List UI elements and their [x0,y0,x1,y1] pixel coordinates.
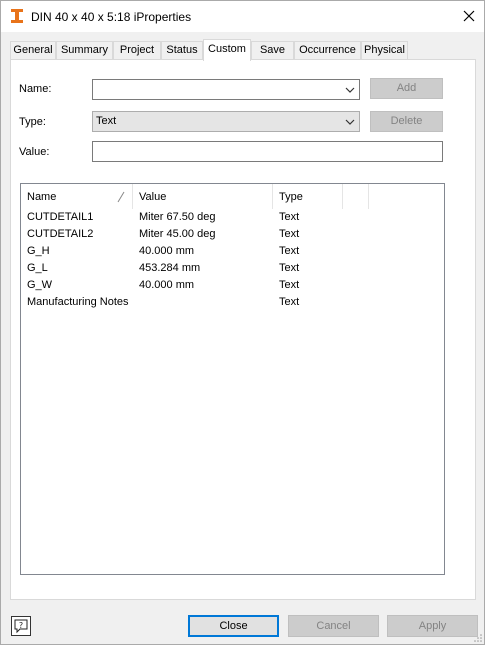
custom-properties-list[interactable]: Name Value Type CUTDETAIL1 Miter 67.50 d… [20,183,445,575]
tab-physical[interactable]: Physical [361,41,408,60]
row-name: Manufacturing Notes [27,296,129,308]
chevron-down-icon [345,119,355,125]
row-value: 40.000 mm [139,245,195,257]
column-header-value[interactable]: Value [133,184,273,209]
inventor-part-icon [11,9,23,23]
tab-general[interactable]: General [10,41,56,60]
row-name: G_W [27,279,53,291]
chevron-down-icon [345,87,355,93]
column-type-label: Type [279,191,303,203]
row-name: CUTDETAIL1 [27,211,94,223]
row-type: Text [279,228,300,240]
window-title: DIN 40 x 40 x 5:18 iProperties [31,10,192,24]
row-type: Text [279,296,300,308]
tab-status[interactable]: Status [161,41,203,60]
add-button[interactable]: Add [370,78,443,99]
cancel-button[interactable]: Cancel [288,615,379,637]
help-icon: ? [14,619,28,634]
tab-custom[interactable]: Custom [203,39,251,61]
title-bar[interactable]: DIN 40 x 40 x 5:18 iProperties [1,1,484,32]
row-value: 453.284 mm [139,262,201,274]
tab-project[interactable]: Project [113,41,161,60]
list-header: Name Value Type [21,184,444,210]
svg-text:?: ? [19,621,23,630]
help-button[interactable]: ? [11,616,31,636]
table-row[interactable]: CUTDETAIL1 Miter 67.50 deg Text [21,210,444,227]
row-value: Miter 45.00 deg [139,228,216,240]
column-header-extra[interactable] [343,184,369,209]
tab-summary[interactable]: Summary [56,41,113,60]
row-type: Text [279,279,300,291]
name-combobox[interactable] [92,79,360,100]
type-value: Text [96,115,117,127]
column-header-type[interactable]: Type [273,184,343,209]
type-label: Type: [19,116,46,128]
tab-save[interactable]: Save [251,41,294,60]
sort-indicator-icon [117,191,125,203]
value-input[interactable] [93,142,442,161]
row-value: Miter 67.50 deg [139,211,216,223]
row-name: CUTDETAIL2 [27,228,94,240]
row-value: 40.000 mm [139,279,195,291]
name-label: Name: [19,83,52,95]
table-row[interactable]: CUTDETAIL2 Miter 45.00 deg Text [21,227,444,244]
row-type: Text [279,245,300,257]
column-name-label: Name [27,191,57,203]
value-field[interactable] [92,141,443,162]
row-name: G_H [27,245,50,257]
row-name: G_L [27,262,48,274]
resize-grip-icon[interactable] [473,633,483,643]
apply-button[interactable]: Apply [387,615,478,637]
table-row[interactable]: Manufacturing Notes Text [21,295,444,312]
table-row[interactable]: G_L 453.284 mm Text [21,261,444,278]
row-type: Text [279,262,300,274]
close-button[interactable]: Close [188,615,279,637]
tab-occurrence[interactable]: Occurrence [294,41,361,60]
delete-button[interactable]: Delete [370,111,443,132]
close-icon[interactable] [456,5,482,27]
table-row[interactable]: G_W 40.000 mm Text [21,278,444,295]
column-value-label: Value [139,191,167,203]
table-row[interactable]: G_H 40.000 mm Text [21,244,444,261]
value-label: Value: [19,146,50,158]
iproperties-dialog: DIN 40 x 40 x 5:18 iProperties General S… [0,0,485,645]
type-combobox[interactable]: Text [92,111,360,132]
row-type: Text [279,211,300,223]
